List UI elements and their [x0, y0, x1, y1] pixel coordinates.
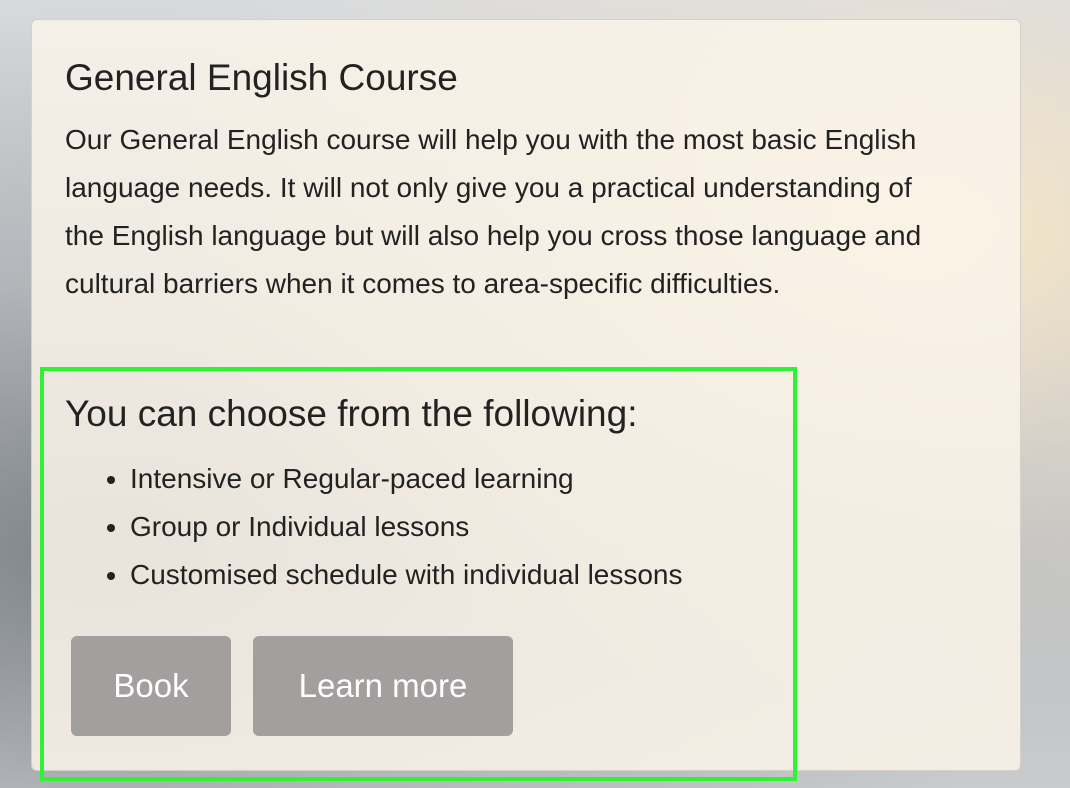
list-item: Customised schedule with individual less…	[130, 551, 683, 599]
course-title: General English Course	[65, 57, 458, 98]
course-card: General English Course Our General Engli…	[31, 19, 1021, 781]
book-button[interactable]: Book	[71, 636, 231, 736]
list-item: Group or Individual lessons	[130, 503, 683, 551]
choices-heading: You can choose from the following:	[65, 393, 638, 434]
list-item: Intensive or Regular-paced learning	[130, 455, 683, 503]
options-list: Intensive or Regular-paced learning Grou…	[66, 455, 683, 599]
choices-highlight-box: You can choose from the following: Inten…	[40, 367, 797, 781]
learn-more-button[interactable]: Learn more	[253, 636, 513, 736]
course-description: Our General English course will help you…	[65, 124, 922, 299]
